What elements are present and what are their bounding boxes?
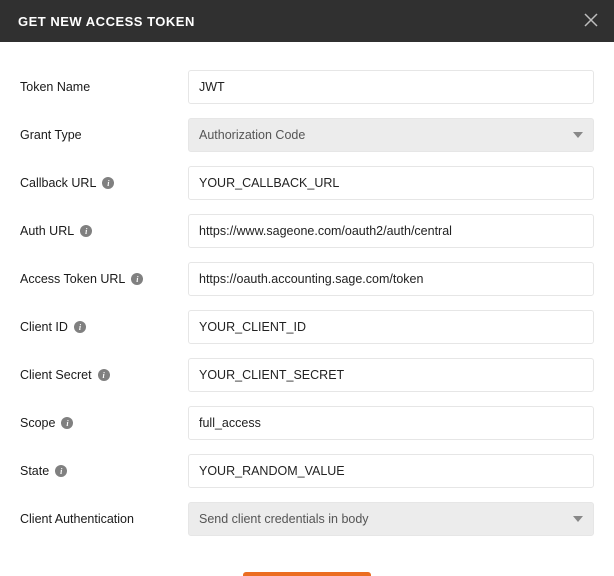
row-scope: Scope i — [20, 406, 594, 440]
access-token-url-input[interactable] — [188, 262, 594, 296]
label-client-auth: Client Authentication — [20, 512, 134, 526]
info-icon[interactable]: i — [55, 465, 67, 477]
chevron-down-icon — [573, 132, 583, 138]
client-auth-select[interactable]: Send client credentials in body — [188, 502, 594, 536]
callback-url-input[interactable] — [188, 166, 594, 200]
client-id-input[interactable] — [188, 310, 594, 344]
info-icon[interactable]: i — [80, 225, 92, 237]
scope-input[interactable] — [188, 406, 594, 440]
label-client-id: Client ID — [20, 320, 68, 334]
row-auth-url: Auth URL i — [20, 214, 594, 248]
info-icon[interactable]: i — [131, 273, 143, 285]
token-name-input[interactable] — [188, 70, 594, 104]
chevron-down-icon — [573, 516, 583, 522]
auth-url-input[interactable] — [188, 214, 594, 248]
label-scope: Scope — [20, 416, 55, 430]
row-client-auth: Client Authentication Send client creden… — [20, 502, 594, 536]
close-icon[interactable] — [582, 9, 600, 33]
label-token-name: Token Name — [20, 80, 90, 94]
row-state: State i — [20, 454, 594, 488]
modal-body: Token Name Grant Type Authorization Code — [0, 42, 614, 576]
modal-title: GET NEW ACCESS TOKEN — [18, 14, 195, 29]
info-icon[interactable]: i — [102, 177, 114, 189]
label-client-secret: Client Secret — [20, 368, 92, 382]
row-client-id: Client ID i — [20, 310, 594, 344]
row-callback-url: Callback URL i — [20, 166, 594, 200]
info-icon[interactable]: i — [61, 417, 73, 429]
client-auth-value: Send client credentials in body — [199, 512, 369, 526]
info-icon[interactable]: i — [74, 321, 86, 333]
modal-header: GET NEW ACCESS TOKEN — [0, 0, 614, 42]
row-grant-type: Grant Type Authorization Code — [20, 118, 594, 152]
info-icon[interactable]: i — [98, 369, 110, 381]
label-access-token-url: Access Token URL — [20, 272, 125, 286]
row-token-name: Token Name — [20, 70, 594, 104]
get-access-token-modal: GET NEW ACCESS TOKEN Token Name Grant Ty… — [0, 0, 614, 576]
label-grant-type: Grant Type — [20, 128, 82, 142]
label-state: State — [20, 464, 49, 478]
state-input[interactable] — [188, 454, 594, 488]
label-auth-url: Auth URL — [20, 224, 74, 238]
client-secret-input[interactable] — [188, 358, 594, 392]
grant-type-value: Authorization Code — [199, 128, 305, 142]
label-callback-url: Callback URL — [20, 176, 96, 190]
request-token-button[interactable]: Request Token — [243, 572, 371, 576]
modal-footer: Request Token — [20, 550, 594, 576]
row-client-secret: Client Secret i — [20, 358, 594, 392]
grant-type-select[interactable]: Authorization Code — [188, 118, 594, 152]
row-access-token-url: Access Token URL i — [20, 262, 594, 296]
